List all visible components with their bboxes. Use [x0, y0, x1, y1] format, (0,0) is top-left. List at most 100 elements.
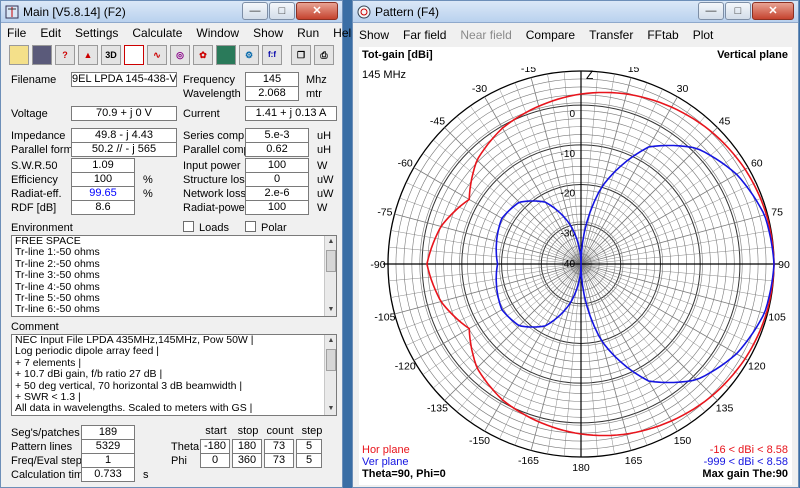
angle-label: 135 [716, 403, 734, 415]
main-menubar: File Edit Settings Calculate Window Show Run He… [1, 23, 358, 43]
series-comp-field[interactable]: 5.e-3 [245, 128, 309, 143]
grid-spoke [580, 263, 757, 346]
sweep-icon[interactable]: ◎ [170, 45, 190, 65]
phi-start-field[interactable]: 0 [200, 453, 230, 468]
theta-count-field[interactable]: 73 [264, 439, 294, 454]
close-button[interactable]: ✕ [752, 2, 794, 20]
radiat-eff-field[interactable]: 99.65 [71, 186, 135, 201]
restore-button[interactable]: □ [725, 2, 751, 20]
menu-show[interactable]: Show [359, 28, 389, 42]
close-button[interactable]: ✕ [296, 2, 338, 20]
comment-memo[interactable]: NEC Input File LPDA 435MHz,145MHz, Pow 5… [11, 334, 337, 416]
open-icon[interactable] [9, 45, 29, 65]
menu-plot[interactable]: Plot [693, 28, 714, 42]
optimize-icon[interactable]: ⚙ [239, 45, 259, 65]
ff-icon[interactable]: f:f [262, 45, 282, 65]
input-power-field[interactable]: 100 [245, 158, 309, 173]
menu-settings[interactable]: Settings [75, 26, 118, 40]
comment-scrollbar[interactable]: ▲ ▼ [324, 335, 336, 415]
menu-run[interactable]: Run [297, 26, 319, 40]
current-field[interactable]: 1.41 + j 0.13 A [245, 106, 337, 121]
impedance-label: Impedance [11, 130, 66, 142]
filename-field[interactable]: 9EL LPDA 145-438-V [71, 72, 177, 87]
minimize-button[interactable]: — [242, 2, 268, 20]
scroll-up-icon[interactable]: ▲ [326, 336, 336, 346]
geometry-icon[interactable]: ? [55, 45, 75, 65]
phi-stop-field[interactable]: 360 [232, 453, 262, 468]
voltage-field[interactable]: 70.9 + j 0 V [71, 106, 177, 121]
wavelength-unit: mtr [306, 88, 322, 100]
parallel-comp-field[interactable]: 0.62 [245, 142, 309, 157]
environment-memo[interactable]: FREE SPACE Tr-line 1:-50 ohms Tr-line 2:-5… [11, 235, 337, 317]
phi-step-field[interactable]: 5 [296, 453, 322, 468]
frequency-label: Frequency [183, 74, 235, 86]
loads-checkbox[interactable] [183, 221, 194, 232]
menu-file[interactable]: File [7, 26, 26, 40]
segs-field[interactable]: 189 [81, 425, 135, 440]
grid-spoke [484, 263, 582, 432]
wavelength-field[interactable]: 2.068 [245, 86, 299, 101]
polar-checkbox[interactable] [245, 221, 256, 232]
pattern-icon[interactable]: ✿ [193, 45, 213, 65]
scroll-thumb[interactable] [326, 349, 336, 371]
notepad-icon[interactable] [124, 45, 144, 65]
scroll-down-icon[interactable]: ▼ [326, 404, 336, 414]
copy-icon[interactable]: ❐ [291, 45, 311, 65]
currents-icon[interactable]: ∿ [147, 45, 167, 65]
angle-label: -105 [374, 312, 395, 324]
parallel-form-field[interactable]: 50.2 // - j 565 [71, 142, 177, 157]
theta-start-field[interactable]: -180 [200, 439, 230, 454]
print-icon[interactable]: ⎙ [314, 45, 334, 65]
angle-label: -60 [398, 158, 413, 170]
network-loss-field[interactable]: 2.e-6 [245, 186, 309, 201]
frequency-field[interactable]: 145 [245, 72, 299, 87]
phi-count-field[interactable]: 73 [264, 453, 294, 468]
pattern-window: Pattern (F4) — □ ✕ Show Far field Near fie… [352, 0, 799, 488]
radiat-power-unit: W [317, 202, 328, 214]
theta-step-field[interactable]: 5 [296, 439, 322, 454]
menu-show[interactable]: Show [253, 26, 283, 40]
rdf-field[interactable]: 8.6 [71, 200, 135, 215]
save-icon[interactable] [32, 45, 52, 65]
wires-icon[interactable]: ▲ [78, 45, 98, 65]
grid-spoke [580, 263, 763, 331]
3d-icon[interactable]: 3D [101, 45, 121, 65]
scroll-thumb[interactable] [326, 250, 336, 272]
col-start-header: start [205, 425, 227, 437]
environment-scrollbar[interactable]: ▲ ▼ [324, 236, 336, 316]
theta-stop-field[interactable]: 180 [232, 439, 262, 454]
radiat-power-field[interactable]: 100 [245, 200, 309, 215]
structure-loss-field[interactable]: 0 [245, 172, 309, 187]
angle-label: -135 [427, 403, 448, 415]
menu-edit[interactable]: Edit [40, 26, 61, 40]
polar-plot-area[interactable]: 145 MHz 15 30 45 60 75 90 105 120 135 150 165 180 -1… [359, 63, 792, 485]
menu-far-field[interactable]: Far field [403, 28, 446, 42]
scroll-up-icon[interactable]: ▲ [326, 237, 336, 247]
menu-window[interactable]: Window [196, 26, 239, 40]
minimize-button[interactable]: — [698, 2, 724, 20]
menu-compare[interactable]: Compare [526, 28, 575, 42]
pattern-lines-field[interactable]: 5329 [81, 439, 135, 454]
main-titlebar[interactable]: Main [V5.8.14] (F2) — □ ✕ [1, 1, 342, 23]
menu-fftab[interactable]: FFtab [647, 28, 678, 42]
voltage-label: Voltage [11, 108, 48, 120]
phi-label: Phi [171, 455, 187, 467]
restore-button[interactable]: □ [269, 2, 295, 20]
menu-calculate[interactable]: Calculate [132, 26, 182, 40]
grid-spoke [405, 182, 582, 265]
ring-label: -10 [561, 149, 576, 160]
angle-label: -90 [370, 259, 385, 271]
freq-steps-field[interactable]: 1 [81, 453, 135, 468]
menu-transfer[interactable]: Transfer [589, 28, 633, 42]
swr-field[interactable]: 1.09 [71, 158, 135, 173]
efficiency-field[interactable]: 100 [71, 172, 135, 187]
pattern-app-icon [357, 5, 371, 19]
calculator-icon[interactable] [216, 45, 236, 65]
polar-chart[interactable]: 153045607590105120135150165180-165-150-1… [359, 63, 792, 485]
impedance-field[interactable]: 49.8 - j 4.43 [71, 128, 177, 143]
pattern-titlebar[interactable]: Pattern (F4) — □ ✕ [353, 1, 798, 23]
app-icon [5, 5, 19, 19]
calc-time-field: 0.733 [81, 467, 135, 482]
grid-spoke [499, 263, 582, 440]
scroll-down-icon[interactable]: ▼ [326, 305, 336, 315]
